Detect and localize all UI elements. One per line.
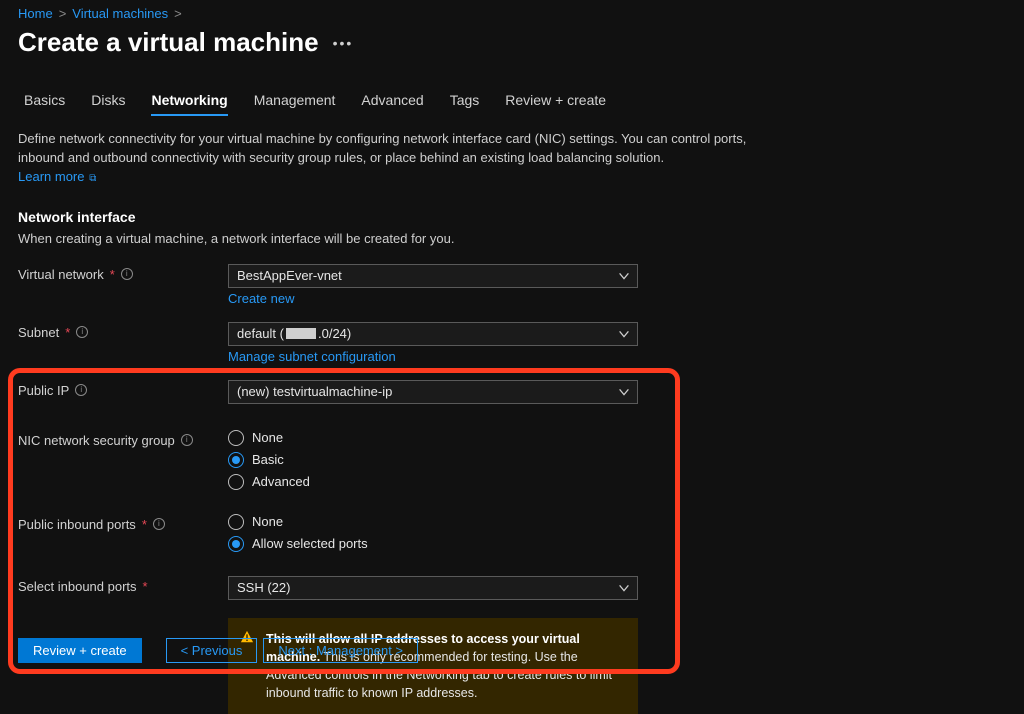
info-icon[interactable]: i bbox=[76, 326, 88, 338]
radio-nsg-advanced[interactable]: Advanced bbox=[228, 474, 638, 490]
breadcrumb: Home > Virtual machines > bbox=[18, 6, 1006, 21]
public-ip-select[interactable]: (new) testvirtualmachine-ip bbox=[228, 380, 638, 404]
more-actions-icon[interactable]: ••• bbox=[333, 35, 354, 51]
tab-management[interactable]: Management bbox=[254, 92, 336, 116]
label-public-ip: Public IP bbox=[18, 383, 69, 398]
tab-networking[interactable]: Networking bbox=[151, 92, 227, 116]
required-indicator: * bbox=[65, 325, 70, 340]
intro-text: Define network connectivity for your vir… bbox=[18, 130, 758, 187]
breadcrumb-separator-icon: > bbox=[59, 6, 67, 21]
next-button[interactable]: Next : Management > bbox=[263, 638, 418, 663]
section-heading-network-interface: Network interface bbox=[18, 209, 1006, 225]
label-select-inbound-ports: Select inbound ports bbox=[18, 579, 137, 594]
redacted-ip bbox=[286, 328, 316, 339]
previous-button[interactable]: < Previous bbox=[166, 638, 258, 663]
label-virtual-network: Virtual network bbox=[18, 267, 104, 282]
radio-ports-none[interactable]: None bbox=[228, 514, 638, 530]
breadcrumb-virtual-machines[interactable]: Virtual machines bbox=[72, 6, 168, 21]
nic-nsg-radio-group: None Basic Advanced bbox=[228, 430, 638, 490]
breadcrumb-home[interactable]: Home bbox=[18, 6, 53, 21]
subnet-select[interactable]: default (.0/24) bbox=[228, 322, 638, 346]
info-icon[interactable]: i bbox=[153, 518, 165, 530]
tab-tags[interactable]: Tags bbox=[450, 92, 480, 116]
chevron-down-icon bbox=[617, 581, 631, 598]
label-subnet: Subnet bbox=[18, 325, 59, 340]
radio-ports-allow-selected[interactable]: Allow selected ports bbox=[228, 536, 638, 552]
chevron-down-icon bbox=[617, 327, 631, 344]
learn-more-link[interactable]: Learn more ⧉ bbox=[18, 169, 96, 184]
label-public-inbound-ports: Public inbound ports bbox=[18, 517, 136, 532]
warning-callout: This will allow all IP addresses to acce… bbox=[228, 618, 638, 714]
label-nic-nsg: NIC network security group bbox=[18, 433, 175, 448]
required-indicator: * bbox=[110, 267, 115, 282]
public-inbound-ports-radio-group: None Allow selected ports bbox=[228, 514, 638, 552]
wizard-footer: Review + create < Previous Next : Manage… bbox=[18, 638, 418, 663]
required-indicator: * bbox=[142, 517, 147, 532]
manage-subnet-link[interactable]: Manage subnet configuration bbox=[228, 349, 396, 364]
tab-advanced[interactable]: Advanced bbox=[361, 92, 423, 116]
tab-disks[interactable]: Disks bbox=[91, 92, 125, 116]
external-link-icon: ⧉ bbox=[86, 173, 96, 184]
chevron-down-icon bbox=[617, 269, 631, 286]
breadcrumb-separator-icon: > bbox=[174, 6, 182, 21]
section-subtext: When creating a virtual machine, a netwo… bbox=[18, 231, 1006, 246]
review-create-button[interactable]: Review + create bbox=[18, 638, 142, 663]
tab-review-create[interactable]: Review + create bbox=[505, 92, 606, 116]
info-icon[interactable]: i bbox=[181, 434, 193, 446]
select-inbound-ports-dropdown[interactable]: SSH (22) bbox=[228, 576, 638, 600]
radio-nsg-none[interactable]: None bbox=[228, 430, 638, 446]
info-icon[interactable]: i bbox=[75, 384, 87, 396]
page-title: Create a virtual machine bbox=[18, 27, 319, 58]
tab-bar: Basics Disks Networking Management Advan… bbox=[18, 92, 1006, 116]
info-icon[interactable]: i bbox=[121, 268, 133, 280]
virtual-network-select[interactable]: BestAppEver-vnet bbox=[228, 264, 638, 288]
radio-nsg-basic[interactable]: Basic bbox=[228, 452, 638, 468]
create-new-vnet-link[interactable]: Create new bbox=[228, 291, 294, 306]
chevron-down-icon bbox=[617, 385, 631, 402]
required-indicator: * bbox=[143, 579, 148, 594]
tab-basics[interactable]: Basics bbox=[24, 92, 65, 116]
